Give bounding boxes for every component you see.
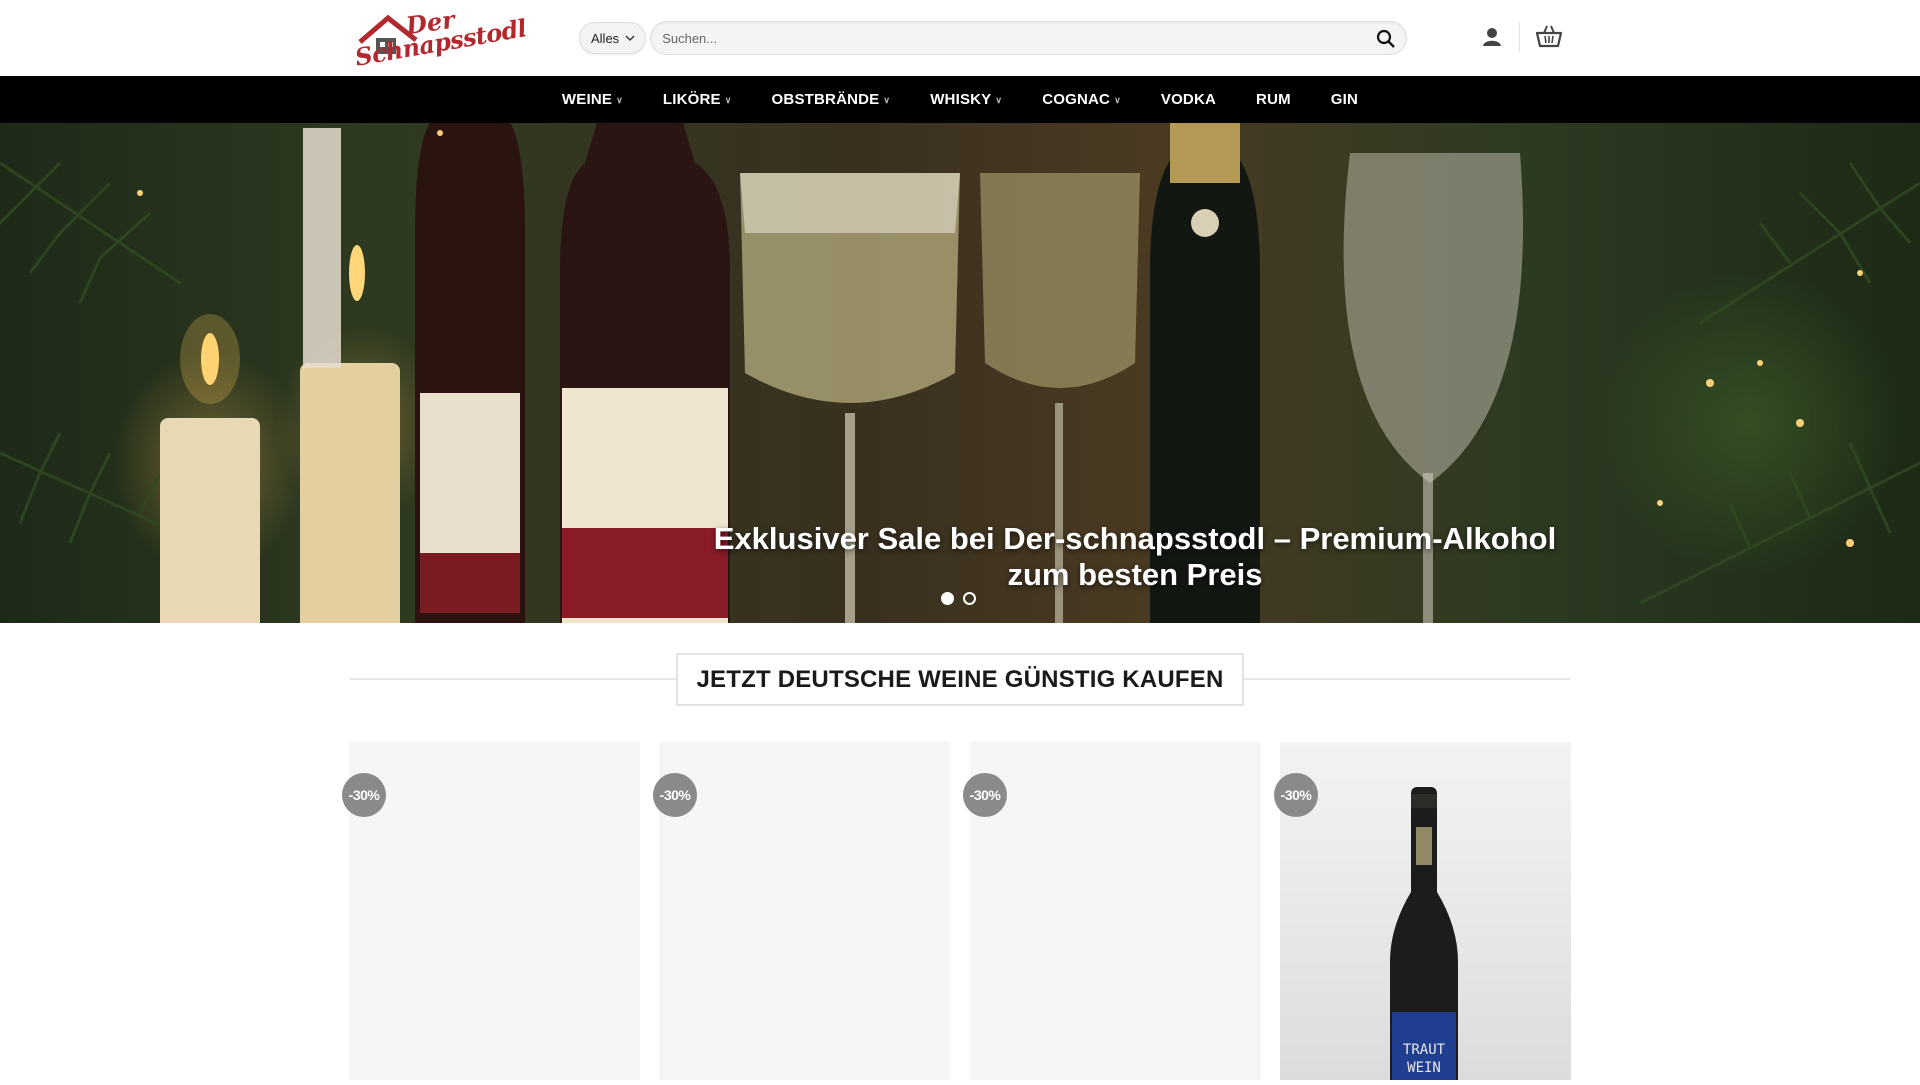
nav-item-rum[interactable]: RUM — [1236, 76, 1311, 123]
chevron-down-icon: ∨ — [1114, 94, 1121, 105]
cart-icon[interactable] — [1536, 24, 1562, 48]
slider-dot-1[interactable] — [941, 592, 954, 605]
discount-badge: -30% — [342, 773, 386, 817]
product-card-4[interactable]: TRAUT WEIN — [1280, 742, 1571, 1080]
nav-label: LIKÖRE — [662, 91, 721, 108]
slider-dots — [941, 592, 976, 605]
slider-dot-2[interactable] — [963, 592, 976, 605]
product-card-3[interactable] — [970, 742, 1261, 1080]
discount-badge: -30% — [963, 773, 1007, 817]
discount-badge: -30% — [1274, 773, 1318, 817]
section-title: JETZT DEUTSCHE WEINE GÜNSTIG KAUFEN — [676, 653, 1244, 706]
nav-item-cognac[interactable]: COGNAC ∨ — [1022, 76, 1141, 123]
nav-item-vodka[interactable]: VODKA — [1141, 76, 1236, 123]
search-input[interactable]: Suchen... — [650, 21, 1407, 55]
chevron-down-icon: ∨ — [883, 94, 891, 105]
account-icon[interactable] — [1481, 26, 1503, 48]
product-label-line2: WEIN — [1407, 1060, 1441, 1076]
product-card-1[interactable] — [349, 742, 640, 1080]
search-icon[interactable] — [1376, 29, 1396, 49]
search-placeholder: Suchen... — [662, 30, 718, 46]
chevron-down-icon: ∨ — [995, 94, 1003, 105]
search-category-select[interactable]: Alles — [579, 22, 647, 54]
nav-label: WHISKY — [930, 91, 992, 108]
nav-label: COGNAC — [1042, 91, 1111, 108]
nav-label: WEINE — [561, 91, 613, 108]
hero-title: Exklusiver Sale bei Der-schnapsstodl – P… — [713, 521, 1557, 592]
section-heading: JETZT DEUTSCHE WEINE GÜNSTIG KAUFEN — [350, 653, 1570, 707]
nav-label: RUM — [1256, 91, 1291, 108]
header-divider — [1519, 22, 1520, 52]
product-card-2[interactable] — [659, 742, 950, 1080]
chevron-down-icon — [625, 35, 635, 41]
search-category-label: Alles — [591, 30, 620, 46]
site-header: Der Schnapsstodl Alles Suchen... — [0, 0, 1920, 76]
nav-item-obstbraende[interactable]: OBSTBRÄNDE ∨ — [752, 76, 911, 123]
nav-label: GIN — [1330, 91, 1359, 108]
product-label-line1: TRAUT — [1403, 1042, 1446, 1058]
search-bar: Alles Suchen... — [579, 21, 1407, 55]
hero-slider[interactable]: Exklusiver Sale bei Der-schnapsstodl – P… — [0, 123, 1920, 623]
nav-item-likoere[interactable]: LIKÖRE ∨ — [643, 76, 752, 123]
nav-item-gin[interactable]: GIN — [1311, 76, 1378, 123]
chevron-down-icon: ∨ — [616, 94, 623, 105]
main-nav: WEINE ∨ LIKÖRE ∨ OBSTBRÄNDE ∨ WHISKY ∨ COGNA… — [0, 76, 1920, 123]
discount-badge: -30% — [653, 773, 697, 817]
product-image: TRAUT WEIN — [1390, 787, 1458, 1080]
nav-item-whisky[interactable]: WHISKY ∨ — [910, 76, 1022, 123]
chevron-down-icon: ∨ — [724, 94, 732, 105]
nav-label: OBSTBRÄNDE — [771, 91, 880, 108]
nav-item-weine[interactable]: WEINE ∨ — [542, 76, 643, 123]
site-logo[interactable]: Der Schnapsstodl — [348, 2, 529, 76]
nav-label: VODKA — [1160, 91, 1217, 108]
